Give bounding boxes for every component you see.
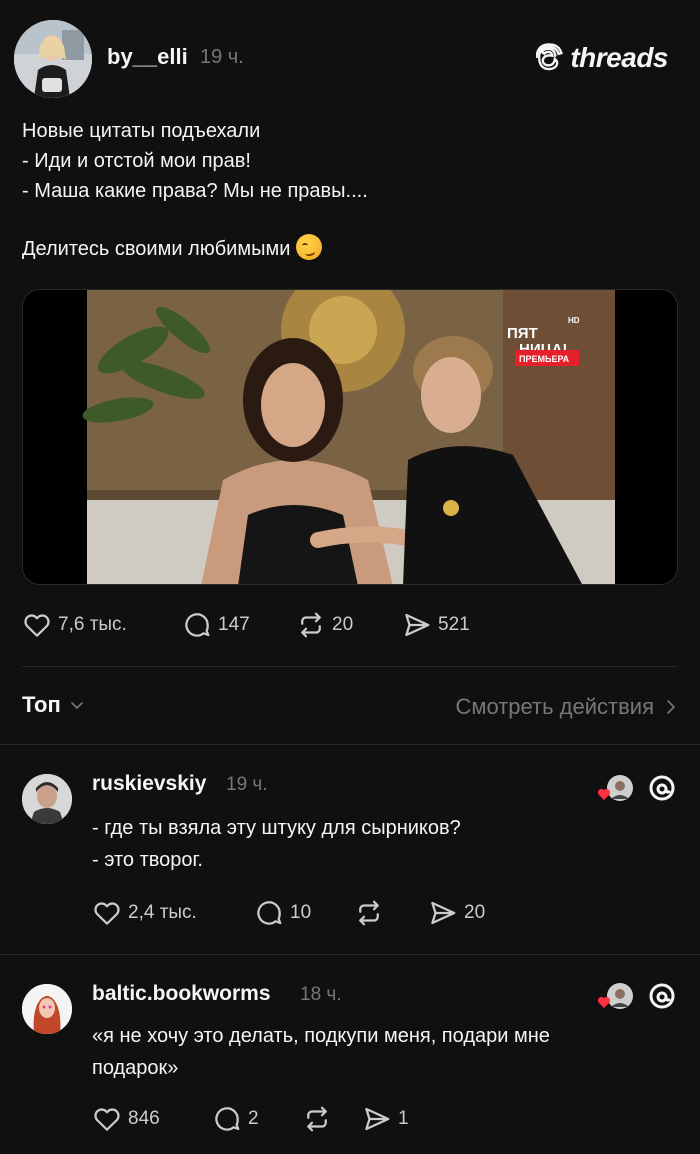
like-count: 7,6 тыс. (58, 614, 127, 635)
repost-icon (307, 1106, 327, 1132)
view-activity-label: Смотреть действия (455, 694, 654, 719)
like-count: 846 (128, 1108, 160, 1129)
heart-icon (94, 1108, 120, 1131)
divider (22, 666, 678, 667)
send-icon (431, 901, 456, 925)
author-liked-indicator (596, 982, 634, 1012)
repost-button[interactable] (302, 1104, 362, 1134)
share-count: 521 (438, 614, 470, 635)
comment-icon (257, 901, 282, 925)
heart-filled-icon (597, 997, 611, 1008)
post-text-line: - Маша какие права? Мы не правы.... (22, 180, 368, 202)
hd-label: HD (568, 316, 580, 325)
premiere-badge: ПРЕМЬЕРА (519, 354, 570, 364)
chevron-right-icon (667, 700, 676, 714)
reply-text-line: - это творог. (92, 849, 203, 871)
video-frame: ПЯТ НИЦА! HD ПРЕМЬЕРА (23, 290, 677, 584)
reply-author[interactable]: ruskievskiy (92, 772, 206, 796)
reply-author[interactable]: baltic.bookworms (92, 982, 271, 1006)
heart-icon (94, 902, 120, 925)
share-button[interactable]: 521 (402, 610, 470, 640)
share-count: 1 (398, 1108, 409, 1129)
comment-count: 2 (248, 1108, 259, 1129)
share-button[interactable]: 20 (428, 898, 485, 928)
comment-icon (215, 1107, 240, 1131)
sort-label: Топ (22, 692, 61, 717)
sort-dropdown[interactable]: Топ (22, 692, 85, 718)
reply-actions: 2,4 тыс. 10 20 (92, 898, 485, 928)
heart-icon (24, 614, 50, 637)
post-body: Новые цитаты подъехали - Иди и отстой мо… (22, 116, 682, 264)
comment-button[interactable]: 147 (182, 610, 296, 640)
author-name[interactable]: by__elli (107, 44, 188, 70)
comment-icon (185, 613, 210, 637)
video-player[interactable]: ПЯТ НИЦА! HD ПРЕМЬЕРА (22, 289, 678, 585)
threads-icon (536, 43, 564, 71)
channel-logo-line: ПЯТ (507, 325, 538, 342)
reply-time: 19 ч. (226, 774, 268, 795)
reply-time: 18 ч. (300, 984, 342, 1005)
repost-icon (301, 612, 321, 638)
comment-button[interactable]: 2 (212, 1104, 302, 1134)
comment-count: 10 (290, 902, 312, 923)
repost-button[interactable]: 20 (296, 610, 402, 640)
repost-count: 20 (332, 614, 354, 635)
channel-logo: ПЯТ НИЦА! HD ПРЕМЬЕРА (507, 316, 580, 366)
heart-filled-icon (597, 789, 611, 800)
smirk-emoji-icon (296, 234, 323, 260)
author-liked-indicator (596, 774, 634, 804)
share-button[interactable]: 1 (362, 1104, 409, 1134)
reply-text-line: «я не хочу это делать, подкупи меня, под… (92, 1025, 550, 1047)
like-button[interactable]: 7,6 тыс. (22, 610, 182, 640)
like-button[interactable]: 846 (92, 1104, 212, 1134)
threads-logo[interactable]: threads (536, 40, 668, 76)
comment-count: 147 (218, 614, 250, 635)
post-text-line: - Иди и отстой мои прав! (22, 150, 251, 172)
post-text-line: Делитесь своими любимыми (22, 238, 291, 260)
reply-item: baltic.bookworms 18 ч. «я не хочу это де… (0, 954, 700, 1154)
author-avatar[interactable] (14, 20, 92, 98)
share-count: 20 (464, 902, 486, 923)
reply-avatar[interactable] (22, 984, 72, 1034)
chevron-down-icon (70, 702, 83, 710)
comment-button[interactable]: 10 (254, 898, 354, 928)
post-actions: 7,6 тыс. 147 20 521 (22, 610, 470, 640)
reply-text-line: подарок» (92, 1057, 179, 1079)
reply-body: - где ты взяла эту штуку для сырников? -… (92, 812, 672, 876)
send-icon (405, 613, 430, 637)
post-header: by__elli 19 ч. threads (0, 0, 700, 110)
like-button[interactable]: 2,4 тыс. (92, 898, 254, 928)
reply-avatar[interactable] (22, 774, 72, 824)
post-text-line-last: Делитесь своими любимыми (22, 234, 682, 264)
reply-actions: 846 2 1 (92, 1104, 409, 1134)
reply-text-line: - где ты взяла эту штуку для сырников? (92, 817, 461, 839)
repost-button[interactable] (354, 898, 428, 928)
post-time: 19 ч. (200, 46, 244, 68)
like-count: 2,4 тыс. (128, 902, 197, 923)
threads-logo-icon[interactable] (646, 772, 678, 804)
repost-icon (359, 900, 379, 926)
post-text-line: Новые цитаты подъехали (22, 120, 261, 142)
send-icon (365, 1107, 390, 1131)
view-activity-link[interactable]: Смотреть действия (455, 694, 678, 720)
reply-body: «я не хочу это делать, подкупи меня, под… (92, 1020, 672, 1084)
reply-item: ruskievskiy 19 ч. - где ты взяла эту шту… (0, 744, 700, 954)
threads-logo-icon[interactable] (646, 980, 678, 1012)
brand-name: threads (570, 42, 668, 73)
